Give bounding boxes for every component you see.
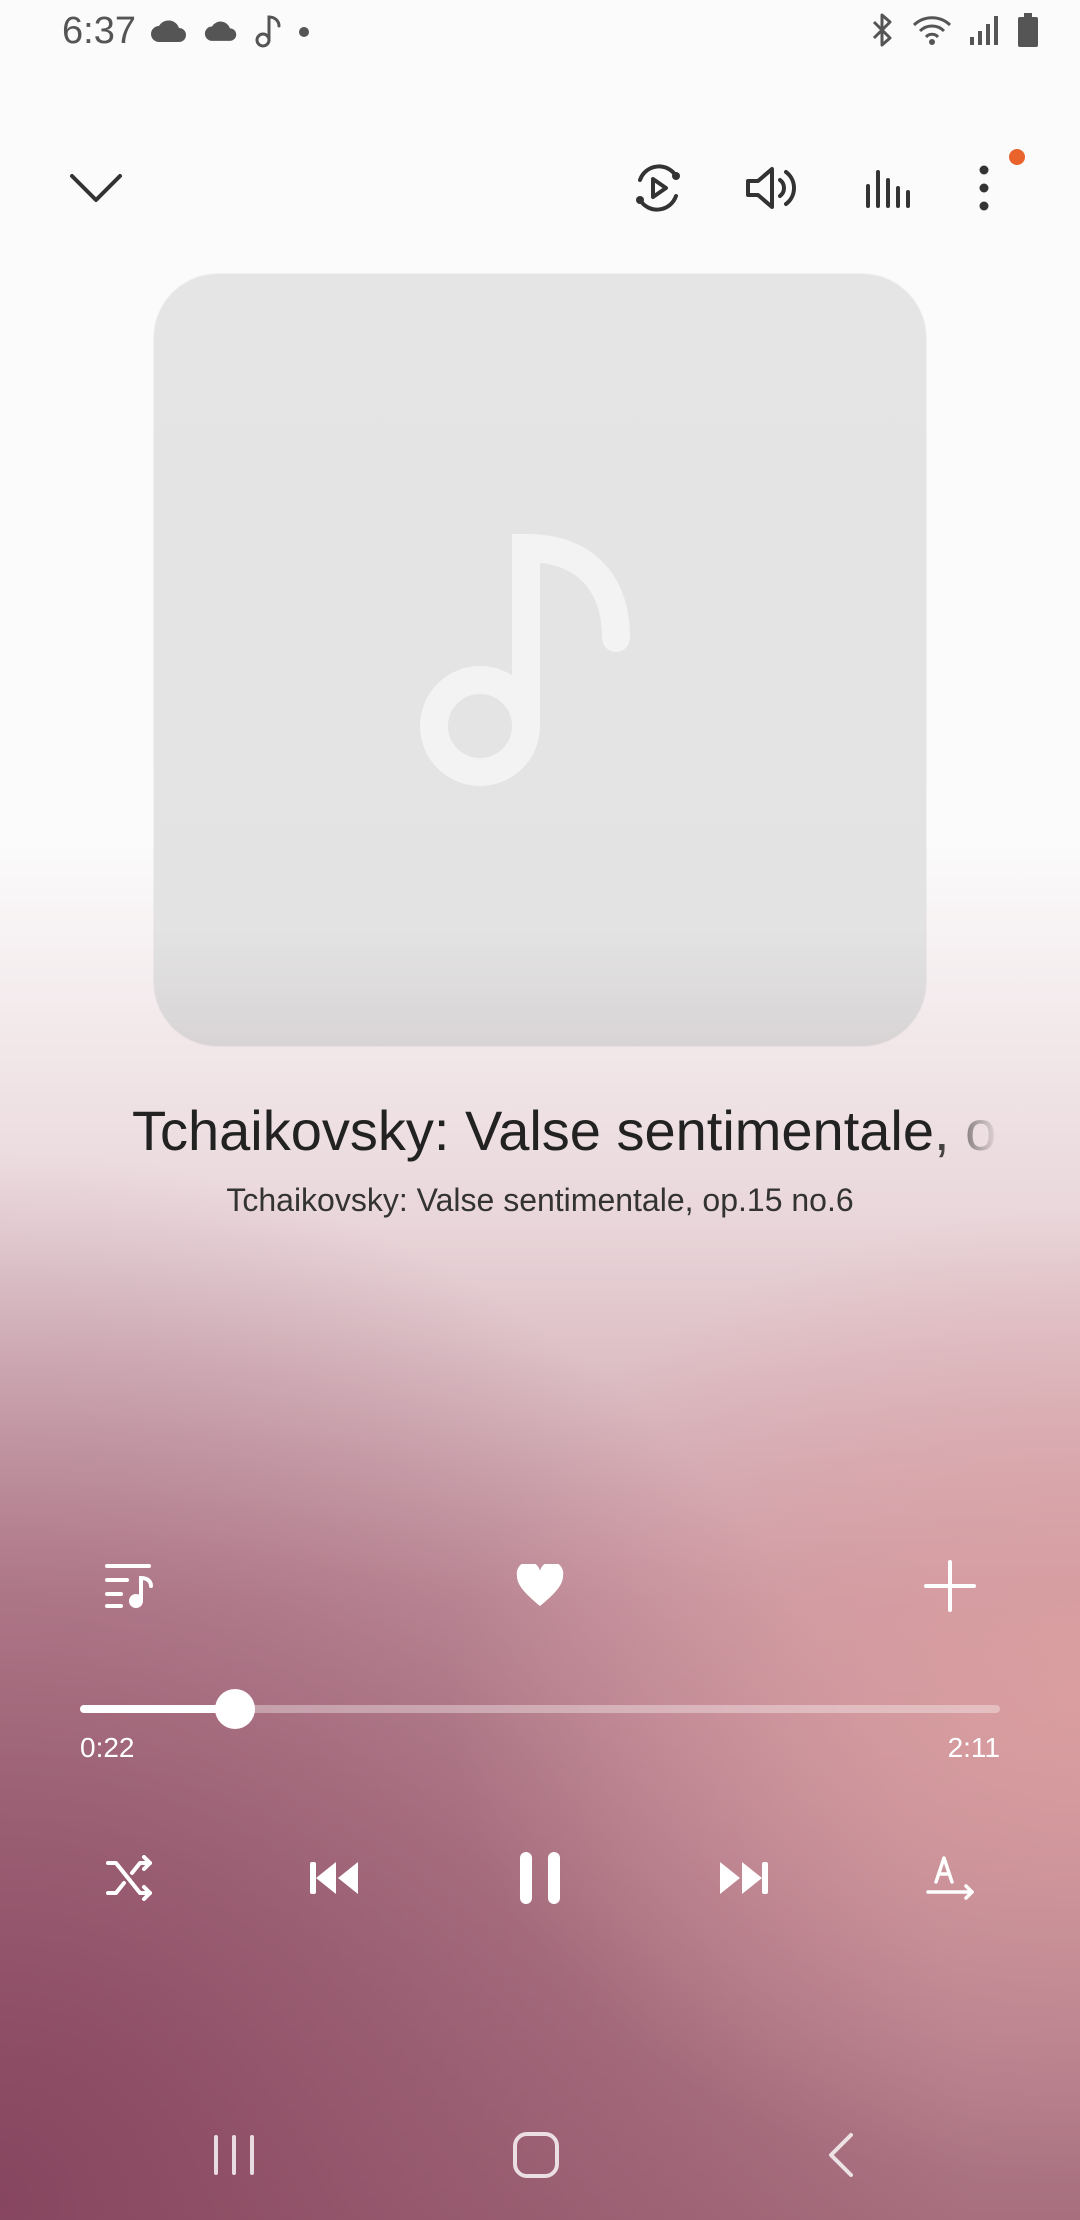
heart-icon	[515, 1561, 565, 1613]
status-right-icons	[868, 12, 1040, 53]
back-button[interactable]	[790, 2120, 890, 2194]
previous-button[interactable]	[284, 1840, 384, 1920]
track-artist: Tchaikovsky: Valse sentimentale, op.15 n…	[226, 1182, 854, 1218]
total-duration: 2:11	[947, 1732, 1000, 1763]
cloud-icon	[150, 18, 188, 49]
equalizer-icon	[864, 166, 912, 215]
repeat-order-icon	[924, 1852, 976, 1909]
recents-button[interactable]	[184, 2120, 284, 2194]
smart-view-icon	[630, 160, 686, 221]
collapse-button[interactable]	[56, 150, 136, 230]
progress-bar[interactable]	[80, 1689, 1000, 1729]
pause-icon	[518, 1850, 562, 1911]
add-to-playlist-button[interactable]	[905, 1548, 995, 1628]
recents-icon	[211, 2133, 257, 2182]
music-note-icon	[420, 528, 660, 793]
shuffle-button[interactable]	[80, 1840, 180, 1920]
notification-dot	[1009, 149, 1025, 165]
next-icon	[718, 1858, 770, 1903]
queue-button[interactable]	[84, 1548, 174, 1628]
progress-thumb[interactable]	[214, 1689, 255, 1729]
music-player-screen: 6:37 Tchaikovsky: Valse sentimentale, o …	[0, 0, 1080, 2220]
next-button[interactable]	[694, 1840, 794, 1920]
cloud-icon	[204, 18, 238, 49]
elapsed-time: 0:22	[80, 1732, 135, 1763]
smart-view-button[interactable]	[618, 150, 698, 230]
play-pause-button[interactable]	[490, 1840, 590, 1920]
equalizer-button[interactable]	[848, 150, 928, 230]
repeat-button[interactable]	[900, 1840, 1000, 1920]
signal-icon	[968, 13, 1002, 52]
music-note-icon	[254, 14, 282, 53]
favorite-button[interactable]	[495, 1548, 585, 1628]
more-vertical-icon	[978, 165, 990, 216]
bluetooth-icon	[868, 12, 896, 53]
plus-icon	[924, 1559, 976, 1617]
shuffle-icon	[104, 1854, 156, 1906]
status-time: 6:37	[62, 10, 136, 52]
volume-button[interactable]	[732, 150, 812, 230]
chevron-down-icon	[68, 172, 124, 209]
dot-icon	[298, 25, 310, 43]
wifi-icon	[910, 13, 954, 52]
progress-fill	[80, 1705, 235, 1713]
battery-icon	[1016, 12, 1040, 53]
album-art	[154, 274, 926, 1046]
status-left-icons	[150, 14, 310, 53]
home-icon	[511, 2130, 561, 2185]
previous-icon	[308, 1858, 360, 1903]
home-button[interactable]	[486, 2120, 586, 2194]
volume-icon	[744, 163, 800, 218]
playlist-icon	[103, 1562, 155, 1615]
status-bar: 6:37	[0, 0, 1080, 66]
back-icon	[825, 2131, 855, 2184]
track-title: Tchaikovsky: Valse sentimentale, op.15 n…	[132, 1099, 1000, 1162]
